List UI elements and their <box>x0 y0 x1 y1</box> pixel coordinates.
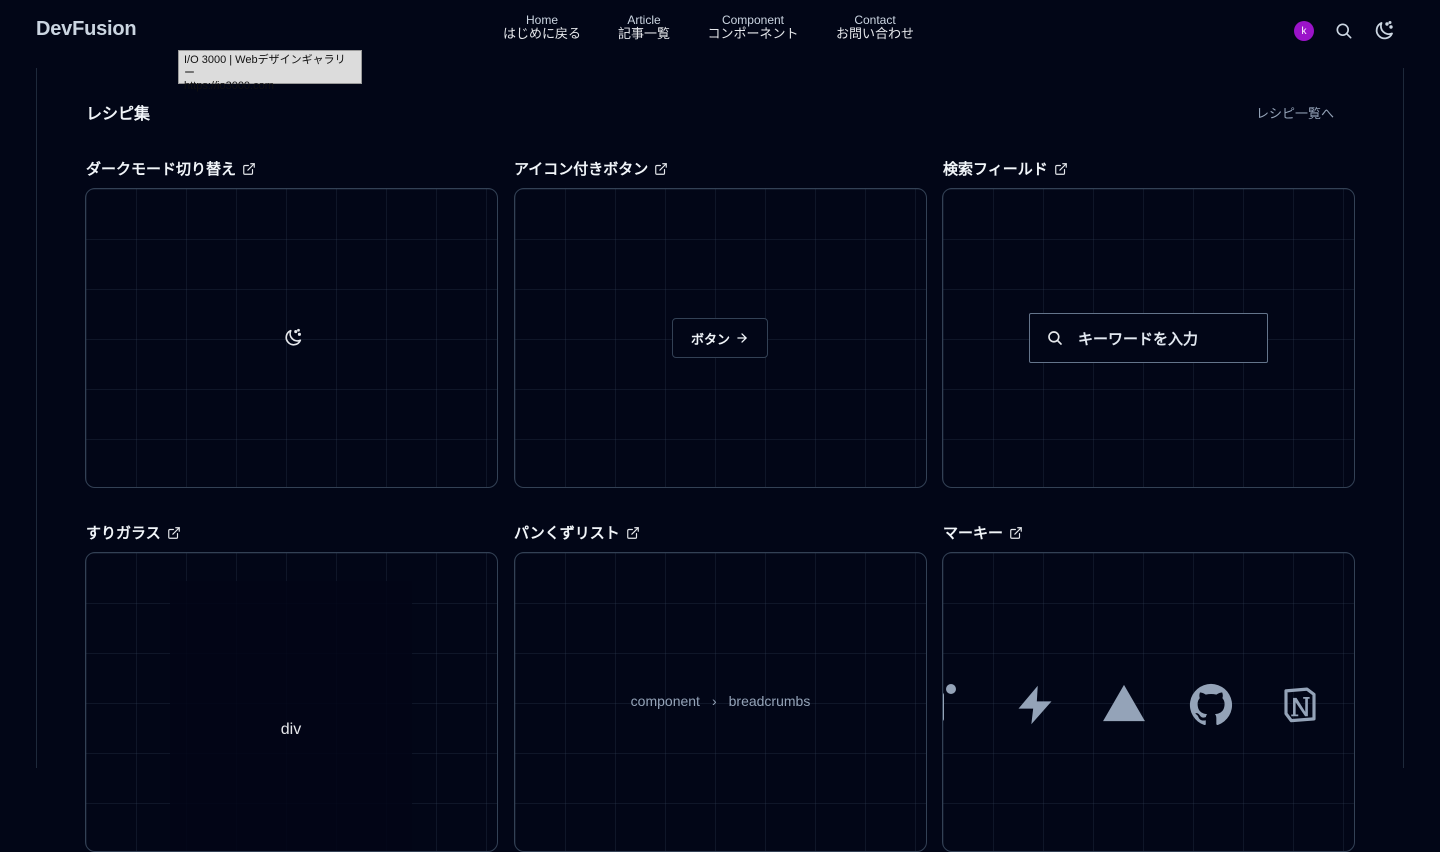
card-title-searchfield-label: 検索フィールド <box>943 160 1048 178</box>
card-title-darkmode-label: ダークモード切り替え <box>86 160 237 178</box>
card-title-iconbutton[interactable]: アイコン付きボタン <box>514 158 668 179</box>
glass-label: div <box>280 721 302 738</box>
nav-component[interactable]: Component コンポーネント <box>702 13 804 43</box>
card-marquee-preview <box>942 552 1355 852</box>
nav-contact[interactable]: Contact お問い合わせ <box>832 13 918 43</box>
breadcrumb: component › breadcrumbs <box>515 693 926 709</box>
external-link-icon <box>167 526 180 539</box>
card-title-marquee-label: マーキー <box>943 524 1004 542</box>
nav-component-ja: コンポーネント <box>707 27 799 42</box>
card-searchfield-preview: キーワードを入力 <box>942 188 1355 488</box>
card-breadcrumbs-preview: component › breadcrumbs <box>514 552 927 852</box>
github-icon <box>1189 683 1233 726</box>
nav-article[interactable]: Article 記事一覧 <box>614 13 674 43</box>
frame-border-right <box>1403 68 1404 768</box>
supabase-icon <box>1018 685 1052 725</box>
vercel-icon <box>1103 684 1145 722</box>
theme-toggle-moon-icon[interactable] <box>1372 19 1396 43</box>
card-title-glass[interactable]: すりガラス <box>86 522 181 543</box>
search-icon <box>1048 331 1062 345</box>
link-tooltip: I/O 3000 | Webデザインギャラリー https://io3000.c… <box>178 50 362 92</box>
external-link-icon <box>1054 162 1067 175</box>
glass-panel: div <box>170 581 412 851</box>
nav-article-ja: 記事一覧 <box>617 27 670 42</box>
partial-logo-icon <box>943 684 956 721</box>
nav-contact-en: Contact <box>854 13 896 27</box>
card-title-iconbutton-label: アイコン付きボタン <box>514 160 649 178</box>
nav-article-en: Article <box>627 13 661 27</box>
moon-icon[interactable] <box>282 327 304 349</box>
section-title: レシピ集 <box>86 104 151 123</box>
nav-home[interactable]: Home はじめに戻る <box>500 13 584 43</box>
nav-component-en: Component <box>721 13 785 27</box>
frame-border-left <box>36 68 37 768</box>
external-link-icon <box>626 526 639 539</box>
search-icon[interactable] <box>1334 21 1354 41</box>
card-title-darkmode[interactable]: ダークモード切り替え <box>86 158 256 179</box>
tooltip-title: I/O 3000 | Webデザインギャラリー <box>184 54 346 79</box>
demo-button[interactable]: ボタン <box>672 318 768 358</box>
demo-button-label: ボタン <box>690 332 730 348</box>
external-link-icon <box>1010 526 1022 539</box>
breadcrumb-item-breadcrumbs[interactable]: breadcrumbs <box>729 693 811 709</box>
nav-home-en: Home <box>525 13 558 27</box>
tooltip-url: https://io3000.com <box>184 80 274 92</box>
see-all-link[interactable]: レシピ一覧へ <box>1256 103 1334 122</box>
notion-icon <box>1284 687 1316 723</box>
card-glass-preview: div <box>85 552 498 852</box>
nav-home-ja: はじめに戻る <box>502 27 581 42</box>
arrow-right-icon <box>737 333 747 343</box>
card-title-breadcrumbs[interactable]: パンくずリスト <box>514 522 640 543</box>
external-link-icon <box>655 162 668 175</box>
card-title-marquee[interactable]: マーキー <box>943 522 1023 543</box>
external-link-icon <box>243 162 255 175</box>
card-darkmode-preview <box>85 188 498 488</box>
nav-contact-ja: お問い合わせ <box>835 27 914 42</box>
card-title-searchfield[interactable]: 検索フィールド <box>943 158 1068 179</box>
card-title-breadcrumbs-label: パンくずリスト <box>514 524 620 542</box>
user-avatar[interactable]: k <box>1294 21 1314 41</box>
search-placeholder: キーワードを入力 <box>1078 329 1199 348</box>
card-iconbutton-preview: ボタン <box>514 188 927 488</box>
chevron-right-icon: › <box>711 693 717 709</box>
search-input[interactable]: キーワードを入力 <box>1029 313 1268 363</box>
breadcrumb-item-component[interactable]: component <box>631 693 700 709</box>
card-title-glass-label: すりガラス <box>86 524 161 542</box>
main-nav: Home はじめに戻る Article 記事一覧 Component コンポーネ… <box>0 13 1440 49</box>
